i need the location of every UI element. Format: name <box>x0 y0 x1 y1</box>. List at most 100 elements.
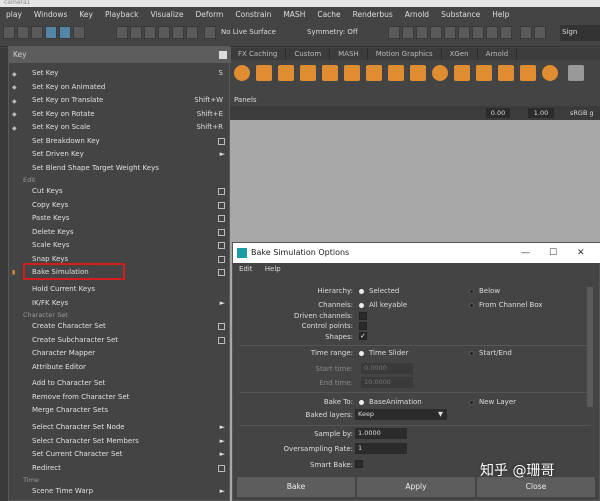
radio-selected[interactable] <box>359 289 364 294</box>
menu-item-set-key-rotate[interactable]: Set Key on Rotate Shift+E <box>9 108 231 122</box>
menu-item-scene-time-warp[interactable]: Scene Time Warp ► <box>9 485 231 499</box>
pencil-icon[interactable] <box>568 65 584 81</box>
render-icon[interactable] <box>402 26 414 39</box>
tab-mash[interactable]: MASH <box>330 48 368 60</box>
menu-item-scale-keys[interactable]: Scale Keys <box>9 239 231 253</box>
mash-cube-icon[interactable] <box>322 65 338 81</box>
option-from-channel-box[interactable]: From Channel Box <box>479 301 543 309</box>
menu-item-set-breakdown-key[interactable]: Set Breakdown Key <box>9 135 231 149</box>
tab-motion-graphics[interactable]: Motion Graphics <box>368 48 442 60</box>
snap-point-icon[interactable] <box>158 26 170 39</box>
dialog-scrollbar[interactable] <box>587 287 593 407</box>
lasso-icon[interactable] <box>31 26 43 39</box>
tab-xgen[interactable]: XGen <box>442 48 478 60</box>
menu-arnold[interactable]: Arnold <box>405 10 429 19</box>
mash-signal-icon[interactable] <box>542 65 558 81</box>
camera-icon[interactable] <box>486 26 498 39</box>
sample-by-field[interactable]: 1.0000 <box>355 428 407 439</box>
dialog-menu-help[interactable]: Help <box>265 265 281 273</box>
dialog-menu-edit[interactable]: Edit <box>239 265 253 273</box>
menu-item-set-driven-key[interactable]: Set Driven Key ► <box>9 148 231 162</box>
menu-item-set-key-animated[interactable]: Set Key on Animated <box>9 81 231 95</box>
select-icon[interactable] <box>17 26 29 39</box>
snap-curve-icon[interactable] <box>144 26 156 39</box>
oversampling-field[interactable]: 1 <box>355 443 407 454</box>
tab-custom[interactable]: Custom <box>286 48 331 60</box>
option-selected[interactable]: Selected <box>369 287 399 295</box>
menu-item-set-key-scale[interactable]: Set Key on Scale Shift+R <box>9 121 231 135</box>
magnet-icon[interactable] <box>116 26 128 39</box>
sign-in-button[interactable]: Sign <box>560 25 600 41</box>
mash-points-icon[interactable] <box>520 65 536 81</box>
menu-help[interactable]: Help <box>492 10 509 19</box>
mash-tools-icon[interactable] <box>454 65 470 81</box>
mash-network-icon[interactable] <box>234 65 250 81</box>
menu-item-select-character-set-members[interactable]: Select Character Set Members ► <box>9 435 231 449</box>
menu-substance[interactable]: Substance <box>441 10 480 19</box>
menu-deform[interactable]: Deform <box>195 10 223 19</box>
snap-icon[interactable] <box>3 26 15 39</box>
radio-from-channel-box[interactable] <box>469 303 474 308</box>
panels-menu[interactable]: Panels <box>230 94 600 106</box>
radio-time-slider[interactable] <box>359 351 364 356</box>
radio-start-end[interactable] <box>469 351 474 356</box>
control-points-checkbox[interactable] <box>359 322 367 330</box>
menu-item-remove-from-character-set[interactable]: Remove from Character Set <box>9 391 231 405</box>
menu-item-select-character-set-node[interactable]: Select Character Set Node ► <box>9 421 231 435</box>
tear-off-icon[interactable] <box>219 51 227 59</box>
menu-windows[interactable]: Windows <box>34 10 67 19</box>
smart-bake-checkbox[interactable] <box>355 460 363 468</box>
option-new-layer[interactable]: New Layer <box>479 398 516 406</box>
gamma-field[interactable]: 1.00 <box>528 108 554 118</box>
repro-icon[interactable] <box>300 65 316 81</box>
close-icon[interactable]: ✕ <box>577 243 585 263</box>
close-button[interactable]: Close <box>477 477 595 497</box>
mash-world-icon[interactable] <box>498 65 514 81</box>
menu-renderbus[interactable]: Renderbus <box>353 10 393 19</box>
bake-button[interactable]: Bake <box>237 477 355 497</box>
apply-button[interactable]: Apply <box>357 477 475 497</box>
minimize-icon[interactable]: — <box>521 243 530 263</box>
move-icon[interactable] <box>45 26 57 39</box>
menu-visualize[interactable]: Visualize <box>150 10 183 19</box>
menu-key[interactable]: Key <box>79 10 93 19</box>
menu-item-add-to-character-set[interactable]: Add to Character Set <box>9 377 231 391</box>
radio-base-animation[interactable] <box>359 400 364 405</box>
baked-layers-dropdown[interactable]: Keep ▼ <box>355 409 447 420</box>
option-below[interactable]: Below <box>479 287 500 295</box>
menu-item-cut-keys[interactable]: Cut Keys <box>9 185 231 199</box>
menu-item-create-subcharacter-set[interactable]: Create Subcharacter Set <box>9 334 231 348</box>
menu-item-set-current-character-set[interactable]: Set Current Character Set ► <box>9 448 231 462</box>
menu-item-set-key-translate[interactable]: Set Key on Translate Shift+W <box>9 94 231 108</box>
menu-constrain[interactable]: Constrain <box>235 10 271 19</box>
menu-item-attribute-editor[interactable]: Attribute Editor <box>9 361 231 375</box>
start-time-field[interactable]: 0.0000 <box>361 363 413 374</box>
panel-layout-icon[interactable] <box>534 26 546 39</box>
menu-mash[interactable]: MASH <box>283 10 305 19</box>
live-surface-icon[interactable] <box>204 26 216 39</box>
option-base-animation[interactable]: BaseAnimation <box>369 398 422 406</box>
live-surface-label[interactable]: No Live Surface <box>221 28 276 40</box>
menu-item-hold-current-keys[interactable]: Hold Current Keys <box>9 283 231 297</box>
menu-cache[interactable]: Cache <box>317 10 340 19</box>
option-all-keyable[interactable]: All keyable <box>369 301 407 309</box>
maximize-icon[interactable]: ☐ <box>549 243 557 263</box>
batch-render-icon[interactable] <box>520 26 532 39</box>
render-settings-icon[interactable] <box>430 26 442 39</box>
snap-grid-icon[interactable] <box>130 26 142 39</box>
colorspace-dropdown[interactable]: sRGB g <box>570 107 600 119</box>
menu-item-copy-keys[interactable]: Copy Keys <box>9 199 231 213</box>
symmetry-dropdown[interactable]: Symmetry: Off <box>307 28 358 36</box>
menu-item-ik-fk-keys[interactable]: IK/FK Keys ► <box>9 297 231 311</box>
option-time-slider[interactable]: Time Slider <box>369 349 408 357</box>
scale-icon[interactable] <box>73 26 85 39</box>
mash-blend-icon[interactable] <box>476 65 492 81</box>
arnold-render-icon[interactable] <box>458 26 470 39</box>
distribute-icon[interactable] <box>256 65 272 81</box>
menu-playback[interactable]: Playback <box>105 10 138 19</box>
grid-icon[interactable] <box>500 26 512 39</box>
light-icon[interactable] <box>472 26 484 39</box>
radio-below[interactable] <box>469 289 474 294</box>
history-icon[interactable] <box>388 26 400 39</box>
end-time-field[interactable]: 10.0000 <box>361 377 413 388</box>
